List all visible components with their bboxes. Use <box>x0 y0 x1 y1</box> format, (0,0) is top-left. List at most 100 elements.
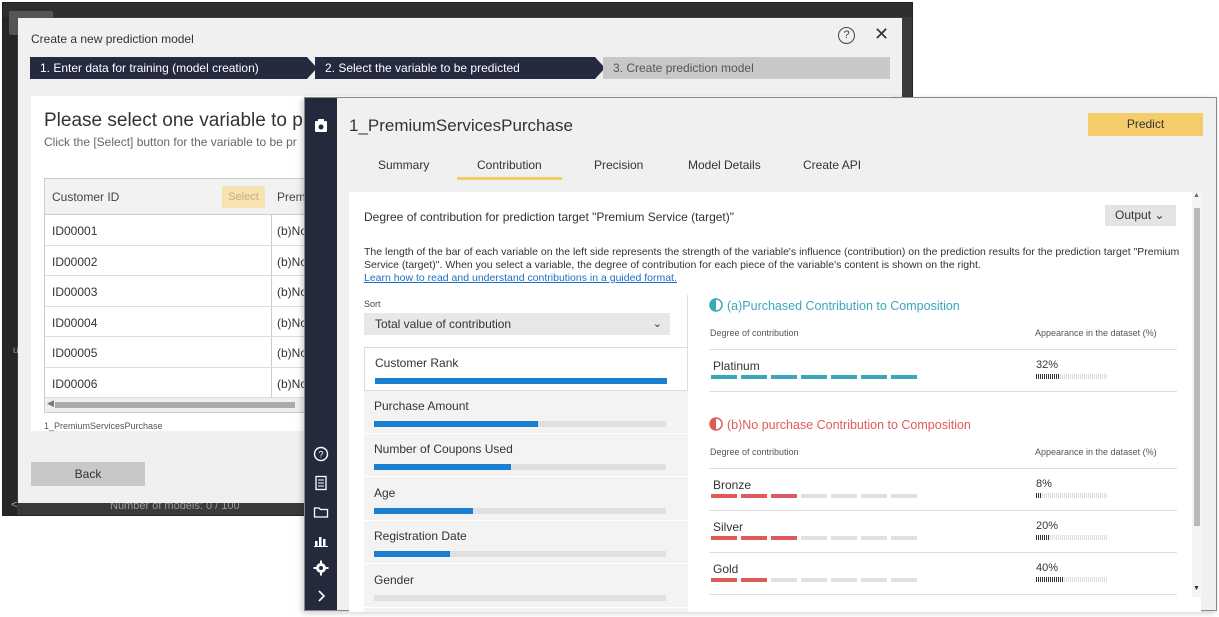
dialog-title: Create a new prediction model <box>31 32 194 46</box>
appearance-tick <box>1094 535 1095 540</box>
appearance-tick <box>1104 374 1105 379</box>
tab-model-details[interactable]: Model Details <box>688 158 761 172</box>
appearance-tick <box>1070 535 1071 540</box>
svg-text:?: ? <box>318 450 323 460</box>
variable-label: Customer Rank <box>375 356 459 370</box>
gear-icon[interactable] <box>305 560 337 579</box>
appearance-tick <box>1092 535 1093 540</box>
variable-label: Gender <box>374 572 415 587</box>
appearance-tick <box>1048 577 1049 582</box>
select-button[interactable]: Select <box>222 186 265 208</box>
contribution-bar <box>374 464 512 470</box>
variable-item[interactable]: Age <box>364 478 688 521</box>
contribution-title: Degree of contribution for prediction ta… <box>364 210 735 224</box>
help-icon[interactable]: ? <box>838 27 855 44</box>
tab-summary[interactable]: Summary <box>378 158 429 172</box>
contribution-segment <box>741 536 767 540</box>
appearance-tick <box>1044 577 1045 582</box>
appearance-tick <box>1052 577 1053 582</box>
appearance-tick <box>1084 493 1085 498</box>
variable-item[interactable]: Number of Coupons Used <box>364 434 688 477</box>
tab-bar: Summary Contribution Precision Model Det… <box>349 154 949 180</box>
appearance-tick <box>1078 374 1079 379</box>
sort-select[interactable]: Total value of contribution ⌄ <box>364 313 670 335</box>
column-header-appearance: Appearance in the dataset (%) <box>1035 328 1157 338</box>
bar-chart-icon[interactable] <box>305 532 337 551</box>
folder-icon[interactable] <box>305 504 337 523</box>
appearance-tick <box>1046 535 1047 540</box>
background-sidebar <box>3 17 17 515</box>
appearance-bar <box>1036 577 1108 595</box>
app-logo-icon[interactable] <box>305 118 337 137</box>
appearance-tick <box>1092 493 1093 498</box>
wizard-steps: 1. Enter data for training (model creati… <box>30 57 890 79</box>
appearance-tick <box>1080 493 1081 498</box>
learn-contributions-link[interactable]: Learn how to read and understand contrib… <box>364 272 677 284</box>
predict-button[interactable]: Predict <box>1088 113 1203 136</box>
contribution-segment <box>741 578 767 582</box>
appearance-tick <box>1050 374 1051 379</box>
cell-customer-id: ID00005 <box>52 346 98 360</box>
contribution-segment <box>861 494 887 498</box>
appearance-tick <box>1058 493 1059 498</box>
appearance-tick <box>1068 535 1069 540</box>
table-row: ID00003 (b)No <box>45 276 313 307</box>
category-row: Gold 40% <box>709 553 1177 595</box>
appearance-tick <box>1106 535 1107 540</box>
data-table: Customer ID Select Prem ID00001 (b)No ID0… <box>44 178 314 413</box>
category-name: Platinum <box>713 359 760 373</box>
tab-create-api[interactable]: Create API <box>803 158 861 172</box>
appearance-tick <box>1090 535 1091 540</box>
scroll-left-arrow-icon[interactable]: ◀ <box>47 398 54 409</box>
horizontal-scrollbar[interactable]: ◀ <box>45 398 313 412</box>
appearance-tick <box>1082 493 1083 498</box>
chevron-down-icon: ⌄ <box>652 318 662 330</box>
appearance-tick <box>1042 535 1043 540</box>
contribution-bar <box>374 507 474 514</box>
scroll-down-arrow-icon[interactable]: ▼ <box>1193 585 1200 592</box>
close-icon[interactable]: ✕ <box>874 24 889 45</box>
cell-premium: (b)No <box>277 315 308 330</box>
document-icon[interactable] <box>305 475 337 494</box>
scroll-up-arrow-icon[interactable]: ▲ <box>1193 192 1200 199</box>
variable-item[interactable]: Purchase Amount <box>364 391 688 434</box>
appearance-tick <box>1078 493 1079 498</box>
appearance-tick <box>1072 577 1073 582</box>
tab-precision[interactable]: Precision <box>594 158 643 172</box>
contribution-segments <box>711 578 921 596</box>
appearance-tick <box>1058 374 1059 379</box>
appearance-bar <box>1036 493 1108 511</box>
appearance-tick <box>1098 374 1099 379</box>
scrollbar-thumb[interactable] <box>55 402 295 408</box>
help-icon[interactable]: ? <box>305 446 337 465</box>
appearance-tick <box>1076 374 1077 379</box>
cell-customer-id: ID00001 <box>52 224 98 238</box>
column-header-contribution: Degree of contribution <box>710 447 799 457</box>
vertical-scrollbar[interactable]: ▲ ▼ <box>1192 192 1202 597</box>
output-dropdown[interactable]: Output ⌄ <box>1105 205 1176 226</box>
contribution-segment <box>891 375 917 379</box>
tab-contribution[interactable]: Contribution <box>457 158 562 180</box>
appearance-tick <box>1062 493 1063 498</box>
scrollbar-thumb[interactable] <box>1194 208 1200 526</box>
back-button[interactable]: Back <box>31 462 145 486</box>
half-circle-icon <box>709 417 723 431</box>
variable-item[interactable]: Customer Rank <box>364 347 688 391</box>
appearance-tick <box>1064 493 1065 498</box>
table-row: ID00004 (b)No <box>45 307 313 337</box>
appearance-tick <box>1090 577 1091 582</box>
chevron-left-icon[interactable]: < <box>11 499 17 511</box>
appearance-tick <box>1036 577 1037 582</box>
table-header: Customer ID Select Prem <box>45 179 313 215</box>
appearance-tick <box>1088 535 1089 540</box>
half-circle-icon <box>709 298 723 312</box>
category-row: Bronze 8% <box>709 469 1177 511</box>
variable-item[interactable]: Registration Date <box>364 521 688 564</box>
contribution-segments <box>711 494 921 512</box>
app-sidebar: ? <box>305 98 337 610</box>
contribution-segment <box>861 536 887 540</box>
appearance-tick <box>1088 493 1089 498</box>
appearance-tick <box>1082 535 1083 540</box>
chevron-right-icon[interactable] <box>305 588 337 607</box>
variable-item[interactable]: Gender <box>364 565 688 608</box>
